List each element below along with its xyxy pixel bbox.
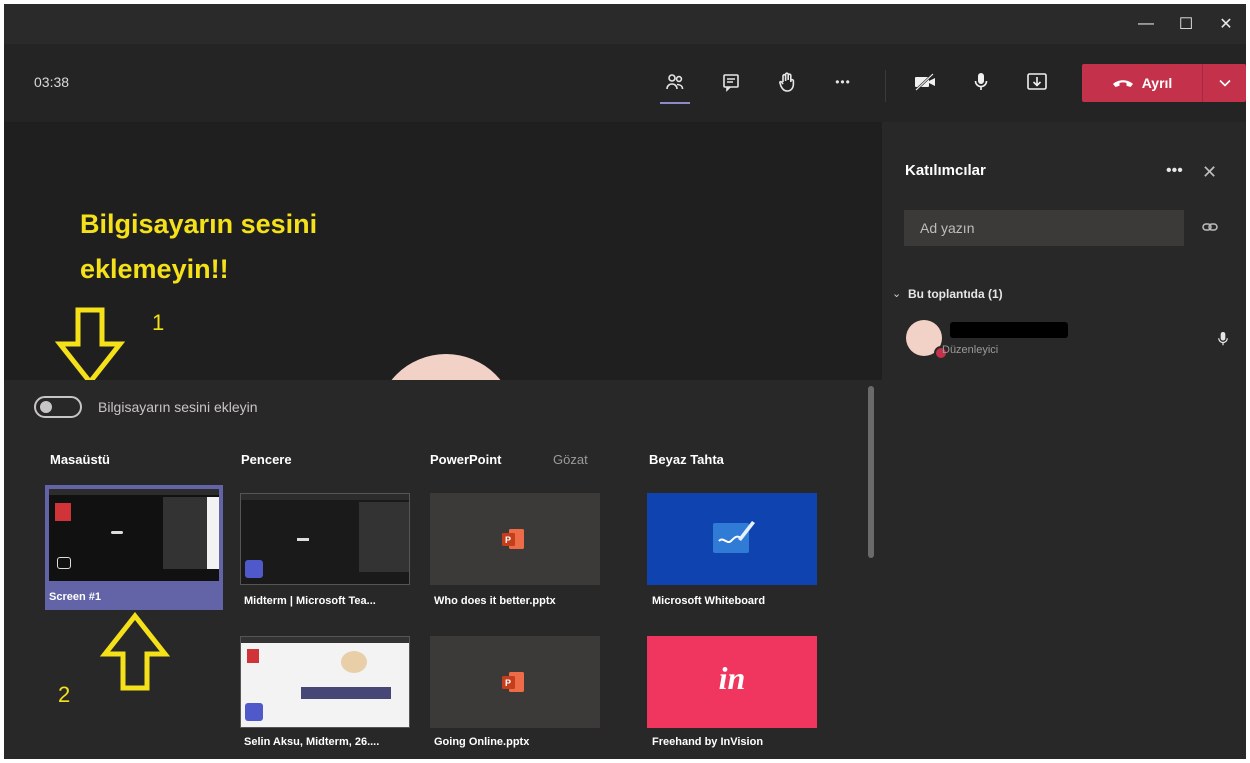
leave-button[interactable]: Ayrıl [1082,64,1202,102]
thumb-titlebar [49,489,219,495]
share-tray-icon [1027,73,1047,90]
raise-hand-button[interactable] [771,66,803,98]
include-computer-sound-toggle[interactable] [34,396,82,418]
thumb-illustration [341,651,367,673]
thumb-side-panel [359,502,409,572]
leave-label: Ayrıl [1141,75,1173,91]
toolbar-divider [885,70,886,102]
participants-panel: Katılımcılar ••• ✕ ⌄ Bu toplantıda (1) D… [882,122,1246,759]
whiteboard-tile-microsoft-label: Microsoft Whiteboard [652,595,766,607]
hang-up-icon [1112,80,1133,87]
powerpoint-tile-2-label: Going Online.pptx [434,736,530,748]
include-computer-sound-label: Bilgisayarın sesini ekleyin [98,399,258,415]
window-tile-1[interactable] [240,493,410,585]
more-actions-button[interactable]: ••• [827,66,859,98]
share-content-button[interactable] [1021,66,1053,98]
whiteboard-app-icon [713,521,755,553]
thumb-avatar [111,531,123,534]
share-tray: Bilgisayarın sesini ekleyin Masaüstü Pen… [4,380,882,759]
chevron-down-icon [1218,79,1231,87]
participant-search-input[interactable] [904,210,1184,246]
maximize-button[interactable]: ☐ [1166,4,1206,44]
participant-microphone-icon [1218,332,1228,346]
window-tile-2-label: Selin Aksu, Midterm, 26.... [244,736,380,748]
group-collapse-icon[interactable]: ⌄ [892,287,901,300]
invision-logo: in [718,660,746,696]
leave-button-group: Ayrıl [1082,64,1246,102]
people-active-indicator [660,102,690,104]
meeting-stage: Bilgisayarın sesini eklemeyin!! 1 Bilgis… [4,122,882,759]
people-button[interactable] [659,66,691,98]
category-window: Pencere [241,452,292,467]
annotation-warning-text: Bilgisayarın sesini eklemeyin!! [80,209,318,284]
close-window-button[interactable]: ✕ [1206,4,1246,44]
tile-label: Screen #1 [49,591,101,603]
thumb-side-panel [163,497,207,569]
annotation-arrow-up-icon [99,612,171,691]
more-icon: ••• [835,75,851,89]
raise-hand-icon [779,72,795,92]
teams-meeting-window: — ☐ ✕ 03:38 ••• Ayrıl Bilgisayarın sesin… [4,4,1246,759]
screen-thumbnail [49,489,219,581]
panel-close-button[interactable]: ✕ [1202,162,1217,183]
annotation-step-2: 2 [58,682,71,707]
annotation-step-1: 1 [152,310,165,335]
people-icon [666,74,684,90]
in-meeting-group-label[interactable]: Bu toplantıda (1) [908,287,1003,301]
category-whiteboard: Beyaz Tahta [649,452,724,467]
window-tile-1-label: Midterm | Microsoft Tea... [244,595,376,607]
call-timer: 03:38 [34,74,70,90]
browse-link[interactable]: Gözat [553,452,588,467]
category-desktop: Masaüstü [50,452,110,467]
panel-more-button[interactable]: ••• [1166,162,1183,180]
svg-text:P: P [505,678,511,688]
svg-text:P: P [505,535,511,545]
leave-options-button[interactable] [1203,64,1246,102]
tray-scrollbar[interactable] [868,386,874,558]
call-toolbar: 03:38 ••• Ayrıl [4,44,1246,122]
share-invite-icon[interactable] [1202,221,1218,233]
chat-button[interactable] [715,66,747,98]
camera-toggle-button[interactable] [909,66,941,98]
window-tile-2[interactable] [240,636,410,728]
camera-off-icon [915,73,935,91]
whiteboard-tile-microsoft[interactable] [647,493,817,585]
powerpoint-tile-1-label: Who does it better.pptx [434,595,556,607]
powerpoint-file-icon: P [502,529,524,549]
panel-title: Katılımcılar [905,162,986,179]
annotation-arrow-down-icon [54,307,126,387]
screen-share-icon [57,557,71,569]
thumb-titlebar [241,494,409,500]
desktop-tile-screen-1[interactable]: Screen #1 [45,485,223,610]
thumb-banner [301,687,391,699]
thumb-red-block [247,649,259,663]
teams-app-icon [245,703,263,721]
chat-icon [723,74,739,92]
thumb-avatar [297,538,309,541]
category-powerpoint: PowerPoint [430,452,502,467]
toggle-knob [40,401,52,413]
microphone-icon [974,73,988,90]
powerpoint-tile-2[interactable]: P [430,636,600,728]
teams-app-icon [245,560,263,578]
whiteboard-tile-invision-label: Freehand by InVision [652,736,764,748]
whiteboard-tile-invision[interactable]: in [647,636,817,728]
thumb-edge [207,497,219,569]
minimize-button[interactable]: — [1126,4,1166,44]
title-bar: — ☐ ✕ [4,4,1246,44]
powerpoint-tile-1[interactable]: P [430,493,600,585]
powerpoint-file-icon: P [502,672,524,692]
thumb-titlebar [241,637,409,643]
participant-role: Düzenleyici [942,344,999,356]
microphone-button[interactable] [965,66,997,98]
participant-name-redacted [950,322,1068,338]
thumb-red-block [55,503,71,521]
